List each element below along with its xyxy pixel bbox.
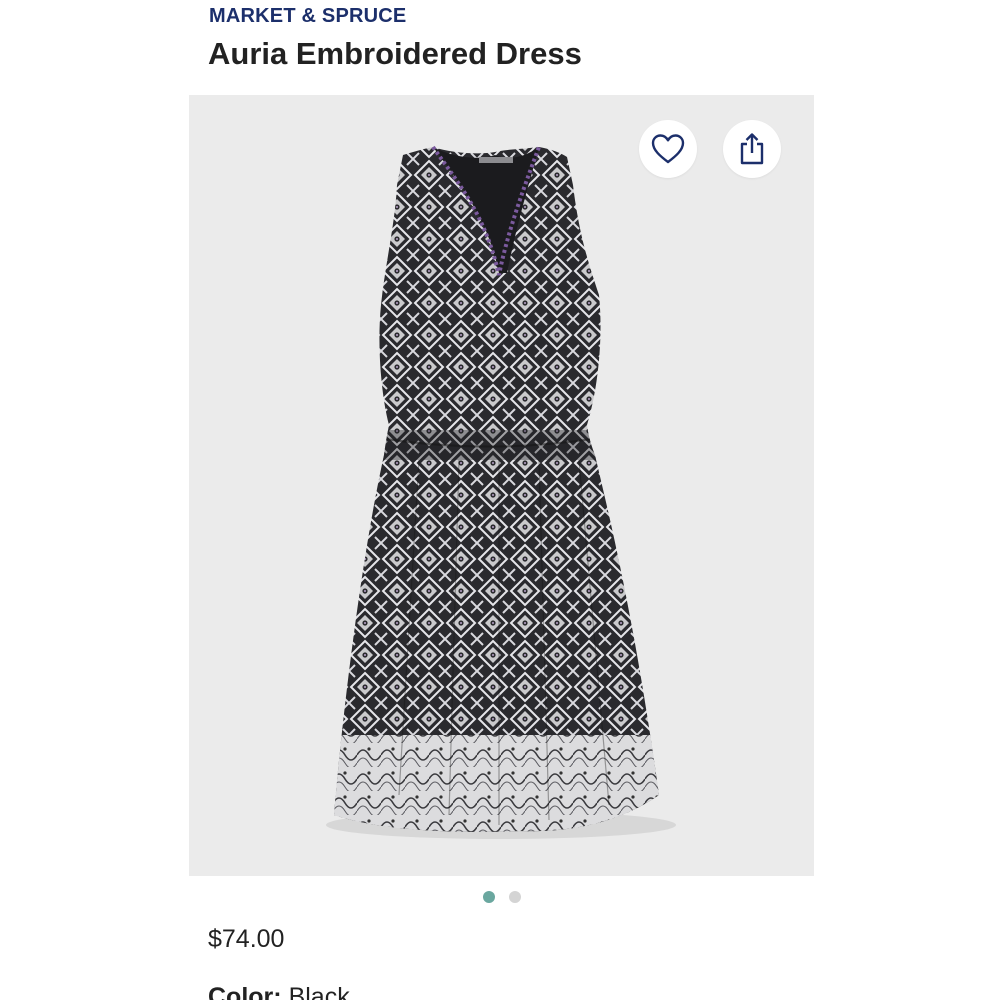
product-title: Auria Embroidered Dress	[208, 36, 582, 71]
pagination-dot[interactable]	[508, 891, 521, 903]
pagination-dot-active[interactable]	[482, 891, 495, 903]
product-page: MARKET & SPRUCE Auria Embroidered Dress	[189, 0, 814, 1000]
favorite-button[interactable]	[639, 120, 697, 178]
share-icon	[740, 133, 764, 165]
product-image	[326, 145, 676, 839]
gallery-pagination	[189, 889, 814, 905]
color-selection: Color: Black	[208, 983, 350, 1000]
left-margin	[0, 0, 189, 1000]
right-margin	[814, 0, 1000, 1000]
heart-icon	[651, 134, 685, 164]
color-value: Black	[288, 983, 350, 1000]
product-price: $74.00	[208, 925, 285, 953]
share-button[interactable]	[723, 120, 781, 178]
color-label: Color:	[208, 983, 282, 1000]
product-image-gallery[interactable]	[189, 95, 814, 876]
brand-name[interactable]: MARKET & SPRUCE	[209, 5, 406, 28]
